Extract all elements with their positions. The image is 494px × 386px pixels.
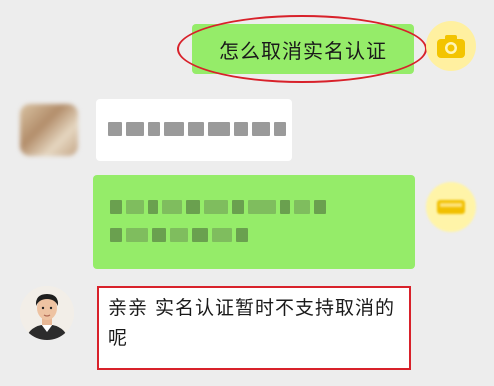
incoming-message-text: 亲亲 实名认证暂时不支持取消的呢 xyxy=(108,297,396,349)
camera-icon[interactable] xyxy=(426,21,476,71)
blurred-avatar[interactable] xyxy=(20,104,78,156)
highlight-ellipse xyxy=(177,15,427,83)
pixelated-text xyxy=(108,122,286,136)
yellow-avatar-icon[interactable] xyxy=(426,182,476,232)
user-portrait-avatar[interactable] xyxy=(20,286,74,340)
pixelated-text xyxy=(110,200,326,242)
